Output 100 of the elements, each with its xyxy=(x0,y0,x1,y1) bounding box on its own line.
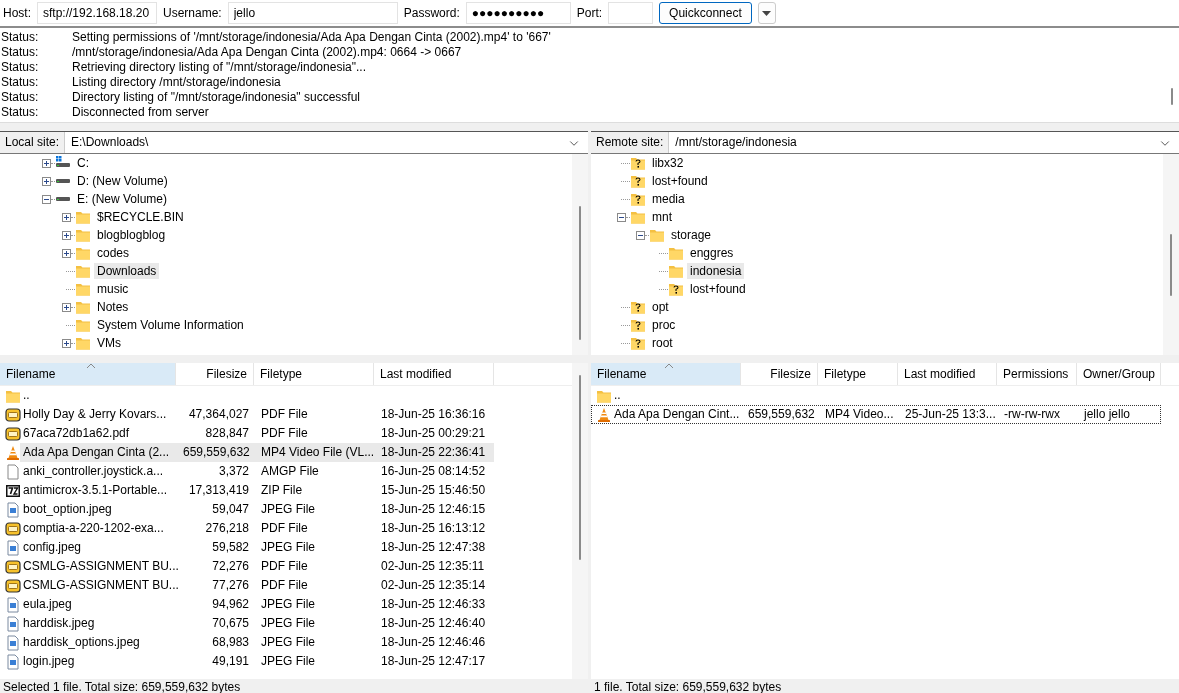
table-cell: -rw-rw-rwx xyxy=(1004,407,1060,422)
tree-item[interactable]: lost+found xyxy=(649,172,711,190)
tree-item[interactable]: mnt xyxy=(649,208,675,226)
folder-icon xyxy=(649,227,665,243)
path-field[interactable]: E:\Downloads\ xyxy=(65,132,588,153)
tree-item[interactable]: media xyxy=(649,190,688,208)
scrollbar-thumb xyxy=(1170,234,1172,296)
tree-item[interactable]: VMs xyxy=(94,334,124,352)
table-cell: 49,191 xyxy=(212,654,249,669)
archive-icon xyxy=(5,482,21,499)
field-label: Password: xyxy=(403,5,460,21)
password-field[interactable]: ●●●●●●●●●● xyxy=(465,2,571,24)
folder-icon xyxy=(75,227,91,243)
table-cell: 47,364,027 xyxy=(188,407,249,422)
table-cell: 67aca72db1a62.pdf xyxy=(23,426,130,441)
expander-icon[interactable] xyxy=(62,230,71,240)
tree-item[interactable]: E: (New Volume) xyxy=(74,190,171,208)
table-cell: MP4 Video File (VL... xyxy=(261,445,375,460)
path-field[interactable]: /mnt/storage/indonesia xyxy=(669,132,1179,153)
username-field[interactable]: jello xyxy=(227,2,398,24)
folder-icon xyxy=(75,209,91,225)
status-text: Selected 1 file. Total size: 659,559,632 bytes xyxy=(3,680,241,693)
quickconnect-button[interactable]: Quickconnect xyxy=(659,2,752,24)
table-cell: JPEG File xyxy=(261,616,315,631)
file-row[interactable]: Ada Apa Dengan Cint... 659,559,632 MP4 Video... 25-Jun-25 13:3... -rw-rw-rwx jello jello xyxy=(591,405,1161,424)
column-header[interactable]: Filename xyxy=(591,363,741,385)
column-header[interactable]: Filesize xyxy=(741,363,818,385)
pdf-icon xyxy=(5,577,21,594)
expander-icon[interactable] xyxy=(636,230,645,240)
folder-icon xyxy=(630,209,646,225)
column-header[interactable]: Last modified xyxy=(898,363,997,385)
column-header[interactable]: Filetype xyxy=(818,363,898,385)
port-field[interactable] xyxy=(608,2,654,24)
table-cell: 02-Jun-25 12:35:11 xyxy=(381,559,485,574)
log-message: Setting permissions of '/mnt/storage/indonesia/Ada Apa Dengan Cinta (2002).mp4' to '667' xyxy=(72,30,551,45)
expander-icon[interactable] xyxy=(62,302,71,312)
tree-item[interactable]: lost+found xyxy=(687,280,749,298)
scrollbar-thumb xyxy=(1171,88,1173,105)
tree-item[interactable]: root xyxy=(649,334,676,352)
tree-item[interactable]: opt xyxy=(649,298,672,316)
tree-item[interactable]: codes xyxy=(94,244,133,262)
drive-icon xyxy=(56,197,70,201)
column-header[interactable]: Last modified xyxy=(374,363,494,385)
tree-item[interactable]: System Volume Information xyxy=(94,316,247,334)
table-cell: .. xyxy=(23,388,30,403)
column-header[interactable]: Filesize xyxy=(176,363,254,385)
tree-item[interactable]: C: xyxy=(74,154,92,172)
table-cell: JPEG File xyxy=(261,540,315,555)
table-cell: login.jpeg xyxy=(23,654,75,669)
tree-item[interactable]: libx32 xyxy=(649,154,687,172)
table-cell: anki_controller.joystick.a... xyxy=(23,464,164,479)
expander-icon[interactable] xyxy=(42,176,51,186)
tree-item[interactable]: music xyxy=(94,280,132,298)
table-cell: 659,559,632 xyxy=(748,407,815,422)
table-cell: 59,582 xyxy=(212,540,249,555)
table-cell: MP4 Video... xyxy=(825,407,894,422)
table-cell: 18-Jun-25 12:46:40 xyxy=(381,616,486,631)
column-header[interactable]: Filename xyxy=(0,363,176,385)
host-field[interactable]: sftp://192.168.18.20 xyxy=(37,2,157,24)
column-header[interactable]: Owner/Group xyxy=(1077,363,1161,385)
folder-icon xyxy=(668,245,684,261)
table-cell: JPEG File xyxy=(261,654,315,669)
log-message: Retrieving directory listing of "/mnt/storage/indonesia"... xyxy=(72,60,366,75)
expander-icon[interactable] xyxy=(62,338,71,348)
log-label: Status: xyxy=(0,90,40,105)
expander-icon[interactable] xyxy=(42,158,51,168)
tree-item[interactable]: storage xyxy=(668,226,715,244)
table-cell: CSMLG-ASSIGNMENT BU... xyxy=(23,578,179,593)
column-header[interactable]: Filetype xyxy=(254,363,374,385)
table-cell: 18-Jun-25 12:46:46 xyxy=(381,635,486,650)
expander-icon[interactable] xyxy=(62,248,71,258)
tree-item[interactable]: $RECYCLE.BIN xyxy=(94,208,187,226)
tree-item[interactable]: indonesia xyxy=(687,262,745,280)
log-message: Listing directory /mnt/storage/indonesia xyxy=(72,75,281,90)
log-message: Disconnected from server xyxy=(72,105,209,120)
table-cell: 18-Jun-25 12:47:17 xyxy=(381,654,486,669)
column-header[interactable]: Permissions xyxy=(997,363,1077,385)
table-cell: .. xyxy=(614,388,621,403)
traffic-cone-icon xyxy=(596,406,612,423)
tree-item[interactable]: proc xyxy=(649,316,679,334)
document-icon xyxy=(5,463,21,480)
image-file-icon xyxy=(5,596,21,613)
pdf-icon xyxy=(5,558,21,575)
log-label: Status: xyxy=(0,105,40,120)
tree-item[interactable]: Downloads xyxy=(94,262,160,280)
table-cell: JPEG File xyxy=(261,502,315,517)
table-cell: Holly Day & Jerry Kovars... xyxy=(23,407,167,422)
table-cell: 72,276 xyxy=(212,559,249,574)
tree-item[interactable]: blogblogblog xyxy=(94,226,169,244)
table-cell: PDF File xyxy=(261,578,308,593)
expander-icon[interactable] xyxy=(42,194,51,204)
tree-item[interactable]: D: (New Volume) xyxy=(74,172,171,190)
expander-icon[interactable] xyxy=(617,212,626,222)
tree-item[interactable]: Notes xyxy=(94,298,132,316)
expander-icon[interactable] xyxy=(62,212,71,222)
table-cell: 68,983 xyxy=(212,635,249,650)
folder-icon xyxy=(75,335,91,351)
dropdown-button[interactable] xyxy=(757,2,776,24)
tree-item[interactable]: enggres xyxy=(687,244,737,262)
image-file-icon xyxy=(5,615,21,632)
